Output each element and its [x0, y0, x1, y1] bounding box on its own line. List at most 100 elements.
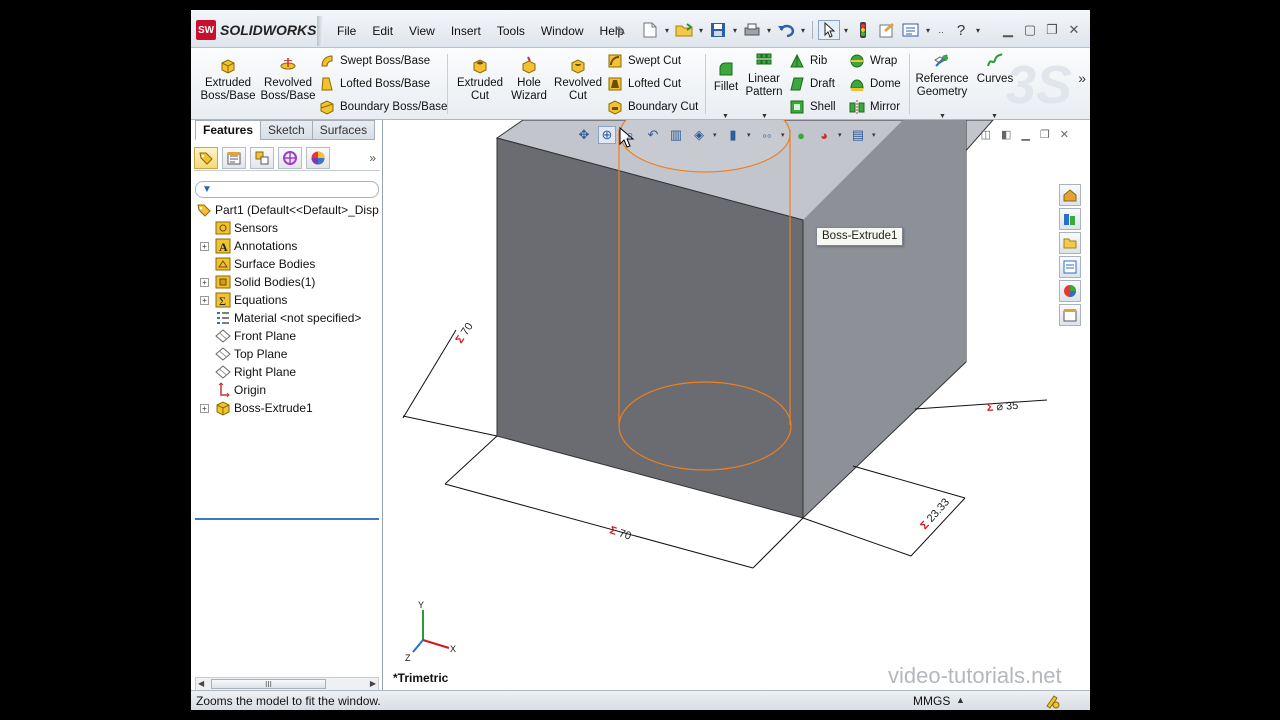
tab-surfaces[interactable]: Surfaces: [311, 120, 376, 140]
expand-icon[interactable]: +: [200, 404, 209, 413]
rollback-bar[interactable]: [195, 518, 379, 520]
boundary-cut-button[interactable]: Boundary Cut: [607, 99, 698, 115]
edit-appearance-icon[interactable]: ●: [792, 126, 810, 144]
viewport-split-icon[interactable]: ◫: [981, 128, 991, 141]
solidworks-logo[interactable]: SW SOLIDWORKS: [196, 20, 316, 40]
maximize-icon[interactable]: ❐: [1044, 22, 1060, 38]
reference-geometry-button[interactable]: Reference Geometry: [913, 52, 971, 99]
menu-insert[interactable]: Insert: [443, 24, 489, 38]
tree-item-solid-bodies[interactable]: + Solid Bodies(1): [194, 273, 380, 291]
save-icon[interactable]: [707, 20, 729, 40]
menu-help[interactable]: Help: [592, 24, 633, 38]
scroll-left-icon[interactable]: ◀: [198, 679, 204, 688]
dimension-diameter-text[interactable]: Σ ⌀ 35: [986, 400, 1018, 414]
scroll-right-icon[interactable]: ▶: [370, 679, 376, 688]
menu-view[interactable]: View: [401, 24, 443, 38]
solidworks-resources-icon[interactable]: [1059, 184, 1081, 206]
mirror-button[interactable]: Mirror: [849, 99, 900, 115]
rebuild-status-icon[interactable]: [1044, 693, 1060, 709]
help-icon[interactable]: ?: [950, 20, 972, 40]
view-orientation-dropdown-icon[interactable]: ▾: [713, 131, 719, 139]
pattern-dropdown-icon[interactable]: ▼: [761, 113, 768, 120]
expand-icon[interactable]: +: [200, 242, 209, 251]
zoom-to-area-icon[interactable]: ⌕: [621, 126, 639, 144]
extruded-cut-button[interactable]: Extruded Cut: [453, 56, 507, 103]
lofted-boss-button[interactable]: Lofted Boss/Base: [319, 76, 430, 92]
tree-item-boss-extrude1[interactable]: + Boss-Extrude1: [194, 399, 380, 417]
options-dropdown-icon[interactable]: ▾: [924, 26, 932, 35]
undo-dropdown-icon[interactable]: ▾: [799, 26, 807, 35]
select-dropdown-icon[interactable]: ▾: [842, 26, 850, 35]
hide-show-items-icon[interactable]: ◦◦: [758, 126, 776, 144]
reference-geometry-dropdown-icon[interactable]: ▼: [939, 113, 946, 120]
options-icon[interactable]: [900, 20, 922, 40]
tree-item-front-plane[interactable]: Front Plane: [194, 327, 380, 345]
dome-button[interactable]: Dome: [849, 76, 901, 92]
tree-item-material[interactable]: Material <not specified>: [194, 309, 380, 327]
view-settings-dropdown-icon[interactable]: ▾: [872, 131, 878, 139]
pin-menu-icon[interactable]: ✎: [616, 24, 626, 38]
tree-item-top-plane[interactable]: Top Plane: [194, 345, 380, 363]
scrollbar-thumb[interactable]: III: [211, 679, 326, 689]
new-document-icon[interactable]: [639, 20, 661, 40]
select-arrow-icon[interactable]: [818, 20, 840, 40]
featuremanager-tab[interactable]: [194, 146, 218, 169]
tree-item-origin[interactable]: Origin: [194, 381, 380, 399]
display-style-dropdown-icon[interactable]: ▾: [747, 131, 753, 139]
unit-system-dropdown-icon[interactable]: ▲: [956, 695, 965, 705]
open-dropdown-icon[interactable]: ▾: [697, 26, 705, 35]
boundary-boss-button[interactable]: Boundary Boss/Base: [319, 99, 447, 115]
file-properties-icon[interactable]: [876, 20, 898, 40]
menu-file[interactable]: File: [329, 24, 364, 38]
tab-features[interactable]: Features: [195, 120, 262, 140]
draft-button[interactable]: Draft: [789, 76, 835, 92]
expand-icon[interactable]: +: [200, 278, 209, 287]
close-icon[interactable]: ✕: [1066, 22, 1082, 38]
tree-item-sensors[interactable]: Sensors: [194, 219, 380, 237]
section-view-icon[interactable]: ▥: [667, 126, 685, 144]
doc-close-icon[interactable]: ✕: [1060, 128, 1069, 141]
open-folder-icon[interactable]: [673, 20, 695, 40]
viewport-split2-icon[interactable]: ◧: [1001, 128, 1011, 141]
undo-icon[interactable]: [775, 20, 797, 40]
tree-item-right-plane[interactable]: Right Plane: [194, 363, 380, 381]
custom-properties-icon[interactable]: [1059, 304, 1081, 326]
revolved-cut-button[interactable]: Revolved Cut: [551, 56, 605, 103]
tab-sketch[interactable]: Sketch: [260, 120, 313, 140]
rebuild-icon[interactable]: [852, 20, 874, 40]
save-dropdown-icon[interactable]: ▾: [731, 26, 739, 35]
wrap-button[interactable]: Wrap: [849, 53, 897, 69]
tree-root-part[interactable]: Part1 (Default<<Default>_Disp: [194, 201, 380, 219]
dimxpertmanager-tab[interactable]: [278, 146, 302, 169]
linear-pattern-button[interactable]: Linear Pattern: [743, 52, 785, 99]
hide-show-dropdown-icon[interactable]: ▾: [781, 131, 787, 139]
dimension-offset-text[interactable]: Σ 23.33: [918, 496, 952, 532]
scene-dropdown-icon[interactable]: ▾: [838, 131, 844, 139]
displaymanager-tab[interactable]: [306, 146, 330, 169]
fillet-dropdown-icon[interactable]: ▼: [722, 113, 729, 120]
view-palette-icon[interactable]: [1059, 256, 1081, 278]
expand-icon[interactable]: +: [200, 296, 209, 305]
restore-icon[interactable]: ▢: [1022, 22, 1038, 38]
doc-minimize-icon[interactable]: ▁: [1021, 128, 1029, 141]
menu-edit[interactable]: Edit: [364, 24, 401, 38]
pan-icon[interactable]: ✥: [575, 126, 593, 144]
fillet-button[interactable]: Fillet: [709, 60, 743, 94]
shell-button[interactable]: Shell: [789, 99, 836, 115]
curves-button[interactable]: Curves: [973, 52, 1017, 86]
extruded-boss-button[interactable]: Extruded Boss/Base: [199, 56, 257, 103]
tree-horizontal-scrollbar[interactable]: ◀ III ▶: [195, 677, 379, 691]
previous-view-icon[interactable]: ↶: [644, 126, 662, 144]
swept-boss-button[interactable]: Swept Boss/Base: [319, 53, 430, 69]
tree-item-annotations[interactable]: + A Annotations: [194, 237, 380, 255]
file-explorer-icon[interactable]: [1059, 232, 1081, 254]
dimension-depth-text[interactable]: Σ 70: [454, 321, 476, 346]
propertymanager-tab[interactable]: [222, 146, 246, 169]
revolved-boss-button[interactable]: Revolved Boss/Base: [259, 56, 317, 103]
menu-window[interactable]: Window: [533, 24, 592, 38]
lofted-cut-button[interactable]: Lofted Cut: [607, 76, 681, 92]
design-library-icon[interactable]: [1059, 208, 1081, 230]
print-dropdown-icon[interactable]: ▾: [765, 26, 773, 35]
swept-cut-button[interactable]: Swept Cut: [607, 53, 681, 69]
appearances-icon[interactable]: [1059, 280, 1081, 302]
